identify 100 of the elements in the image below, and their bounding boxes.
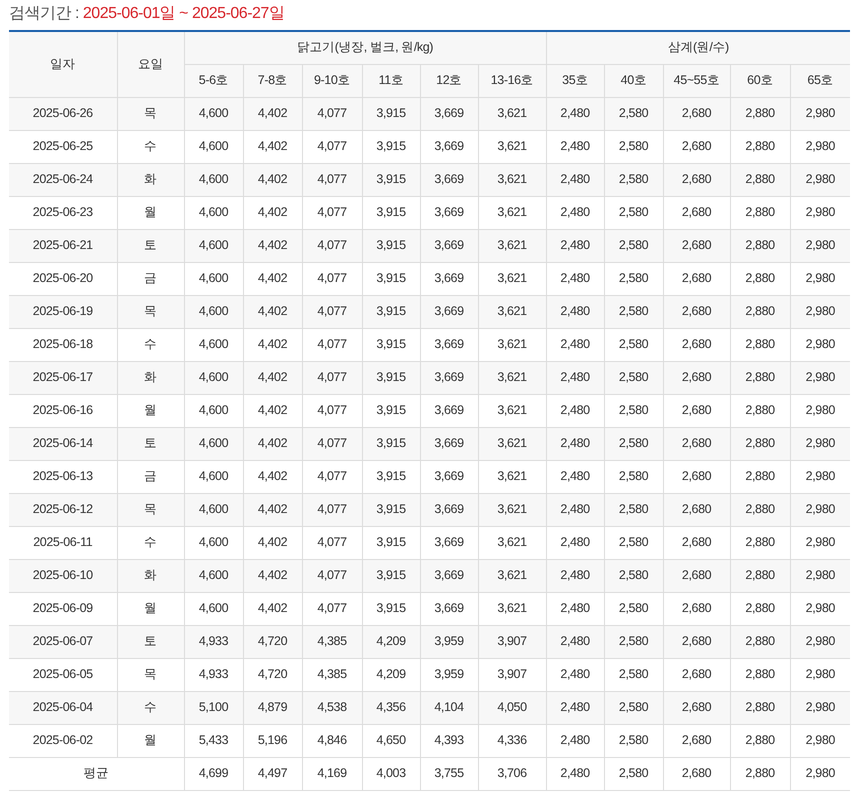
table-cell: 2,480	[546, 691, 604, 724]
table-cell: 2,580	[604, 295, 664, 328]
table-cell: 2,480	[546, 163, 604, 196]
table-cell: 3,621	[478, 229, 546, 262]
table-cell: 4,402	[243, 163, 302, 196]
table-cell: 4,209	[362, 658, 420, 691]
table-cell: 3,621	[478, 526, 546, 559]
table-cell: 4,104	[420, 691, 478, 724]
table-cell: 4,385	[302, 625, 362, 658]
table-cell: 3,915	[362, 526, 420, 559]
table-cell: 4,600	[184, 394, 243, 427]
table-cell: 2,580	[604, 592, 664, 625]
table-cell: 2,880	[730, 361, 790, 394]
table-cell: 2,880	[730, 493, 790, 526]
table-cell: 4,336	[478, 724, 546, 757]
table-cell: 4,077	[302, 262, 362, 295]
table-cell: 2,580	[604, 625, 664, 658]
table-cell: 2,580	[604, 493, 664, 526]
table-cell: 2,880	[730, 526, 790, 559]
table-cell: 4,699	[184, 757, 243, 790]
table-cell: 2,580	[604, 262, 664, 295]
table-cell: 2,480	[546, 724, 604, 757]
table-cell: 2,880	[730, 427, 790, 460]
table-cell: 2,680	[663, 526, 730, 559]
table-cell: 2,580	[604, 328, 664, 361]
table-cell: 2,880	[730, 196, 790, 229]
table-cell: 2,880	[730, 295, 790, 328]
table-cell: 2,480	[546, 196, 604, 229]
column-header: 7-8호	[243, 64, 302, 97]
table-cell: 2,680	[663, 361, 730, 394]
table-cell: 4,402	[243, 460, 302, 493]
table-cell: 3,621	[478, 493, 546, 526]
column-header: 11호	[362, 64, 420, 97]
table-cell: 2025-06-23	[9, 196, 117, 229]
table-cell: 4,720	[243, 658, 302, 691]
table-cell: 3,669	[420, 592, 478, 625]
table-cell: 2,680	[663, 229, 730, 262]
table-cell: 2,880	[730, 592, 790, 625]
table-cell: 2,680	[663, 328, 730, 361]
table-cell: 3,669	[420, 394, 478, 427]
table-cell: 2,580	[604, 757, 664, 790]
table-cell: 3,915	[362, 559, 420, 592]
table-cell: 3,959	[420, 625, 478, 658]
table-cell: 2,480	[546, 559, 604, 592]
table-cell: 월	[117, 394, 184, 427]
table-cell: 2,480	[546, 130, 604, 163]
table-cell: 2025-06-20	[9, 262, 117, 295]
table-cell: 2,580	[604, 724, 664, 757]
table-cell: 4,600	[184, 97, 243, 130]
table-cell: 토	[117, 625, 184, 658]
table-cell: 2,680	[663, 592, 730, 625]
table-cell: 4,003	[362, 757, 420, 790]
table-cell: 3,915	[362, 97, 420, 130]
table-cell: 2,680	[663, 163, 730, 196]
table-cell: 5,433	[184, 724, 243, 757]
table-cell: 4,600	[184, 295, 243, 328]
table-cell: 4,077	[302, 592, 362, 625]
table-cell: 3,669	[420, 196, 478, 229]
table-cell: 4,879	[243, 691, 302, 724]
table-cell: 토	[117, 229, 184, 262]
table-cell: 3,669	[420, 229, 478, 262]
table-cell: 4,846	[302, 724, 362, 757]
table-cell: 4,402	[243, 493, 302, 526]
table-cell: 3,621	[478, 163, 546, 196]
column-header: 일자	[9, 31, 117, 97]
table-cell: 2,880	[730, 163, 790, 196]
table-cell: 3,669	[420, 163, 478, 196]
table-cell: 2,580	[604, 361, 664, 394]
table-cell: 3,621	[478, 460, 546, 493]
table-cell: 2,880	[730, 229, 790, 262]
table-cell: 금	[117, 460, 184, 493]
table-cell: 4,402	[243, 229, 302, 262]
table-cell: 2,580	[604, 163, 664, 196]
table-cell: 4,169	[302, 757, 362, 790]
table-cell: 3,915	[362, 163, 420, 196]
table-cell: 4,600	[184, 460, 243, 493]
table-cell: 3,706	[478, 757, 546, 790]
table-cell: 4,600	[184, 328, 243, 361]
table-cell: 평균	[9, 757, 184, 790]
table-cell: 3,915	[362, 394, 420, 427]
table-cell: 2,880	[730, 394, 790, 427]
column-header: 13-16호	[478, 64, 546, 97]
table-cell: 4,600	[184, 526, 243, 559]
table-cell: 2,580	[604, 526, 664, 559]
table-cell: 2025-06-26	[9, 97, 117, 130]
table-cell: 3,907	[478, 658, 546, 691]
column-header: 35호	[546, 64, 604, 97]
table-cell: 4,077	[302, 295, 362, 328]
table-cell: 월	[117, 724, 184, 757]
table-cell: 2,580	[604, 658, 664, 691]
table-cell: 4,600	[184, 361, 243, 394]
table-cell: 3,669	[420, 427, 478, 460]
table-cell: 3,621	[478, 328, 546, 361]
table-cell: 4,356	[362, 691, 420, 724]
table-cell: 4,497	[243, 757, 302, 790]
table-cell: 4,600	[184, 493, 243, 526]
table-cell: 4,077	[302, 130, 362, 163]
table-cell: 4,402	[243, 394, 302, 427]
table-cell: 2,480	[546, 460, 604, 493]
table-cell: 4,600	[184, 559, 243, 592]
